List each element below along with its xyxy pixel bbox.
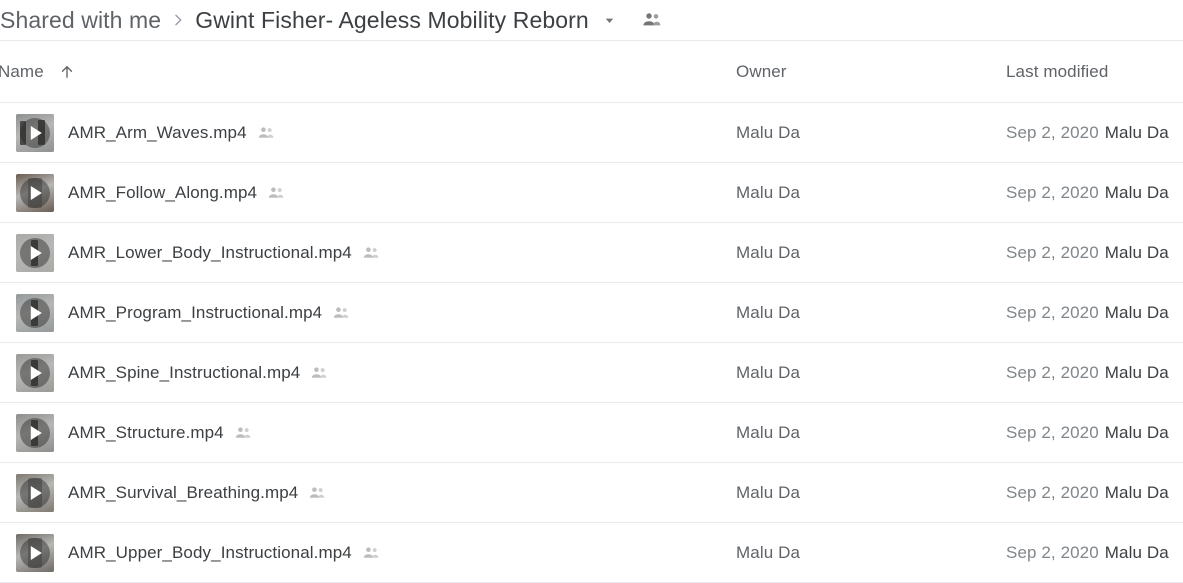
file-modified-date: Sep 2, 2020 bbox=[1006, 302, 1099, 322]
file-last-modified: Sep 2, 2020 Malu Da bbox=[1006, 363, 1169, 383]
file-modified-date: Sep 2, 2020 bbox=[1006, 542, 1099, 562]
table-row[interactable]: AMR_Structure.mp4 Malu Da Sep 2, 2020 Malu … bbox=[0, 403, 1183, 463]
file-modified-date: Sep 2, 2020 bbox=[1006, 242, 1099, 262]
file-modified-by: Malu Da bbox=[1104, 542, 1169, 562]
video-play-thumbnail-icon bbox=[16, 533, 54, 572]
video-play-thumbnail-icon bbox=[16, 173, 54, 212]
breadcrumb-bar: Shared with me Gwint Fisher- Ageless Mob… bbox=[0, 0, 1183, 41]
file-owner: Malu Da bbox=[736, 182, 801, 202]
file-last-modified: Sep 2, 2020 Malu Da bbox=[1006, 123, 1169, 143]
people-shared-icon bbox=[360, 242, 382, 264]
file-owner: Malu Da bbox=[736, 302, 801, 322]
file-name[interactable]: AMR_Survival_Breathing.mp4 bbox=[68, 483, 298, 503]
file-owner: Malu Da bbox=[736, 242, 801, 262]
chevron-right-icon bbox=[161, 12, 195, 28]
people-shared-icon bbox=[306, 482, 328, 504]
file-last-modified: Sep 2, 2020 Malu Da bbox=[1006, 543, 1169, 563]
table-row[interactable]: AMR_Program_Instructional.mp4 Malu Da Sep … bbox=[0, 283, 1183, 343]
video-play-thumbnail-icon bbox=[16, 473, 54, 512]
file-modified-by: Malu Da bbox=[1104, 362, 1169, 382]
file-modified-by: Malu Da bbox=[1104, 422, 1169, 442]
file-last-modified: Sep 2, 2020 Malu Da bbox=[1006, 243, 1169, 263]
video-play-thumbnail-icon bbox=[16, 413, 54, 452]
arrow-up-icon[interactable] bbox=[58, 63, 76, 81]
column-header-name[interactable]: Name bbox=[0, 62, 44, 82]
people-shared-icon bbox=[330, 302, 352, 324]
people-shared-icon bbox=[255, 122, 277, 144]
file-owner: Malu Da bbox=[736, 422, 801, 442]
file-owner: Malu Da bbox=[736, 542, 801, 562]
file-name[interactable]: AMR_Lower_Body_Instructional.mp4 bbox=[68, 243, 352, 263]
file-modified-by: Malu Da bbox=[1104, 482, 1169, 502]
video-play-thumbnail-icon bbox=[16, 233, 54, 272]
column-header-last-modified[interactable]: Last modified bbox=[1006, 62, 1108, 82]
table-row[interactable]: AMR_Upper_Body_Instructional.mp4 Malu Da S… bbox=[0, 523, 1183, 583]
table-row[interactable]: AMR_Follow_Along.mp4 Malu Da Sep 2, 2020 Ma… bbox=[0, 163, 1183, 223]
table-row[interactable]: AMR_Survival_Breathing.mp4 Malu Da Sep 2, … bbox=[0, 463, 1183, 523]
file-last-modified: Sep 2, 2020 Malu Da bbox=[1006, 483, 1169, 503]
file-name[interactable]: AMR_Program_Instructional.mp4 bbox=[68, 303, 322, 323]
file-name[interactable]: AMR_Structure.mp4 bbox=[68, 423, 224, 443]
people-shared-icon bbox=[232, 422, 254, 444]
file-modified-by: Malu Da bbox=[1104, 302, 1169, 322]
file-name[interactable]: AMR_Follow_Along.mp4 bbox=[68, 183, 257, 203]
column-header-row: Name Owner Last modified bbox=[0, 41, 1183, 103]
table-row[interactable]: AMR_Lower_Body_Instructional.mp4 Malu Da S… bbox=[0, 223, 1183, 283]
video-play-thumbnail-icon bbox=[16, 293, 54, 332]
column-header-owner[interactable]: Owner bbox=[736, 62, 787, 82]
file-modified-by: Malu Da bbox=[1104, 182, 1169, 202]
table-row[interactable]: AMR_Spine_Instructional.mp4 Malu Da Sep 2,… bbox=[0, 343, 1183, 403]
file-modified-by: Malu Da bbox=[1104, 122, 1169, 142]
file-owner: Malu Da bbox=[736, 122, 801, 142]
breadcrumb-root[interactable]: Shared with me bbox=[0, 7, 161, 33]
video-play-thumbnail-icon bbox=[16, 113, 54, 152]
people-shared-icon[interactable] bbox=[637, 5, 667, 35]
file-name[interactable]: AMR_Upper_Body_Instructional.mp4 bbox=[68, 543, 352, 563]
file-modified-date: Sep 2, 2020 bbox=[1006, 122, 1099, 142]
file-modified-date: Sep 2, 2020 bbox=[1006, 422, 1099, 442]
file-last-modified: Sep 2, 2020 Malu Da bbox=[1006, 423, 1169, 443]
people-shared-icon bbox=[360, 542, 382, 564]
file-name[interactable]: AMR_Spine_Instructional.mp4 bbox=[68, 363, 300, 383]
file-modified-date: Sep 2, 2020 bbox=[1006, 362, 1099, 382]
file-modified-date: Sep 2, 2020 bbox=[1006, 482, 1099, 502]
people-shared-icon bbox=[265, 182, 287, 204]
file-name[interactable]: AMR_Arm_Waves.mp4 bbox=[68, 123, 247, 143]
video-play-thumbnail-icon bbox=[16, 353, 54, 392]
table-row[interactable]: AMR_Arm_Waves.mp4 Malu Da Sep 2, 2020 Malu … bbox=[0, 103, 1183, 163]
file-owner: Malu Da bbox=[736, 482, 801, 502]
file-last-modified: Sep 2, 2020 Malu Da bbox=[1006, 303, 1169, 323]
file-list: AMR_Arm_Waves.mp4 Malu Da Sep 2, 2020 Malu … bbox=[0, 103, 1183, 583]
file-owner: Malu Da bbox=[736, 362, 801, 382]
breadcrumb-current-folder[interactable]: Gwint Fisher- Ageless Mobility Reborn bbox=[195, 7, 589, 33]
chevron-down-icon[interactable] bbox=[593, 5, 627, 35]
people-shared-icon bbox=[308, 362, 330, 384]
file-last-modified: Sep 2, 2020 Malu Da bbox=[1006, 183, 1169, 203]
file-modified-by: Malu Da bbox=[1104, 242, 1169, 262]
file-modified-date: Sep 2, 2020 bbox=[1006, 182, 1099, 202]
